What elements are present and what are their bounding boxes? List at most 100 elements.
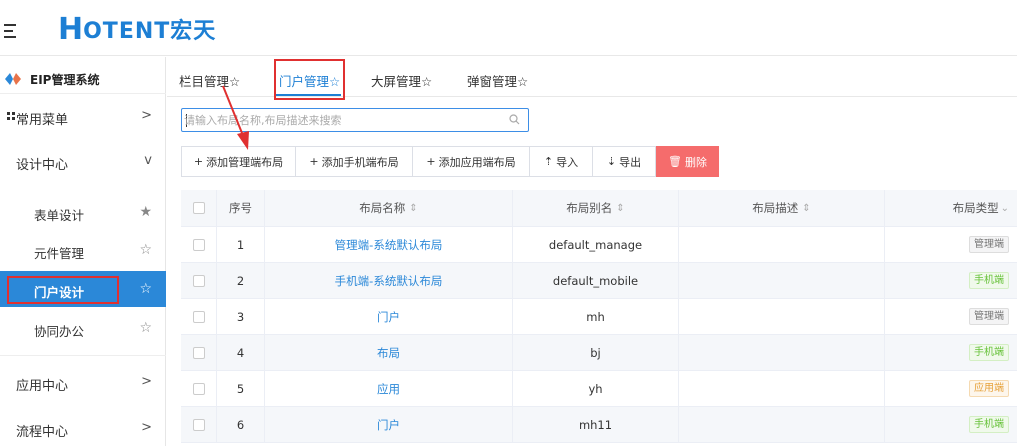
tab-column-manage[interactable]: 栏目管理☆ [179, 71, 240, 90]
sidebar-item-label: 设计中心 [16, 158, 69, 173]
button-label: 删除 [684, 155, 707, 169]
row-checkbox-cell [181, 299, 217, 334]
download-icon: ⇣ [606, 155, 617, 168]
row-name-cell: 门户 [265, 407, 513, 442]
tab-bar: 栏目管理☆ 门户管理☆ 大屏管理☆ 弹窗管理☆ [167, 57, 1017, 97]
layout-name-link[interactable]: 应用 [377, 381, 400, 397]
row-checkbox[interactable] [192, 274, 205, 287]
header-label: 布局别名 [566, 201, 613, 215]
row-desc [679, 407, 885, 442]
logo: H OTENT宏天 [58, 12, 217, 47]
type-tag: 手机端 [969, 416, 1009, 433]
star-icon[interactable]: ☆ [139, 320, 152, 336]
chevron-down-icon: v [144, 153, 152, 168]
sort-icon[interactable]: ⇕ [802, 203, 810, 214]
layout-name-link[interactable]: 门户 [377, 417, 400, 433]
header-index: 序号 [217, 190, 265, 226]
sidebar-item-label: 表单设计 [34, 208, 85, 223]
header-desc[interactable]: 布局描述 ⇕ [679, 190, 885, 226]
tab-bigscreen-manage[interactable]: 大屏管理☆ [371, 71, 432, 90]
search-input[interactable] [184, 110, 504, 130]
row-desc [679, 263, 885, 298]
sidebar-item-common-menu[interactable]: 常用菜单 > [0, 98, 166, 134]
table-row[interactable]: 5 应用 yh 应用端 [181, 371, 1017, 407]
row-name-cell: 布局 [265, 335, 513, 370]
tab-portal-manage[interactable]: 门户管理☆ [279, 71, 340, 90]
search-box[interactable] [181, 108, 529, 132]
table-row[interactable]: 2 手机端-系统默认布局 default_mobile 手机端 [181, 263, 1017, 299]
star-icon[interactable]: ☆ [139, 242, 152, 258]
row-checkbox[interactable] [192, 382, 205, 395]
button-label: 导入 [556, 155, 579, 169]
sidebar-item-app-center[interactable]: 应用中心 > [0, 364, 166, 400]
button-label: 添加手机端布局 [321, 155, 399, 169]
table-row[interactable]: 4 布局 bj 手机端 [181, 335, 1017, 371]
trash-icon: 🗑 [668, 155, 682, 168]
plus-icon: + [193, 155, 204, 168]
row-checkbox-cell [181, 371, 217, 406]
sidebar-item-label: 元件管理 [34, 246, 85, 261]
sidebar-item-label: 门户设计 [34, 285, 85, 300]
plus-icon: + [309, 155, 319, 168]
add-manage-layout-button[interactable]: + 添加管理端布局 [181, 146, 296, 177]
header-name[interactable]: 布局名称 ⇕ [265, 190, 513, 226]
layout-name-link[interactable]: 手机端-系统默认布局 [335, 273, 443, 289]
sidebar-item-flow-center[interactable]: 流程中心 > [0, 410, 166, 446]
layout-name-link[interactable]: 布局 [377, 345, 400, 361]
row-name-cell: 应用 [265, 371, 513, 406]
row-checkbox[interactable] [192, 418, 205, 431]
sidebar-item-component-manage[interactable]: 元件管理 ☆ [0, 232, 166, 268]
delete-button[interactable]: 🗑 删除 [656, 146, 719, 177]
row-alias: yh [513, 371, 679, 406]
sidebar-item-form-design[interactable]: 表单设计 ★ [0, 194, 166, 230]
row-desc [679, 299, 885, 334]
table-row[interactable]: 3 门户 mh 管理端 [181, 299, 1017, 335]
tab-popup-manage[interactable]: 弹窗管理☆ [467, 71, 528, 90]
main-content: 栏目管理☆ 门户管理☆ 大屏管理☆ 弹窗管理☆ +添加管理端布局 +添加手机端布… [167, 57, 1017, 446]
row-alias: bj [513, 335, 679, 370]
header-label: 布局名称 [359, 201, 406, 215]
layout-name-link[interactable]: 管理端-系统默认布局 [335, 237, 443, 253]
sidebar-item-portal-design[interactable]: 门户设计 ☆ [0, 271, 166, 307]
add-mobile-layout-button[interactable]: + 添加手机端布局 [295, 146, 413, 177]
row-type-cell: 应用端 [885, 371, 1017, 406]
sidebar-item-design-center[interactable]: 设计中心 v [0, 143, 166, 179]
table-row[interactable]: 1 管理端-系统默认布局 default_manage 管理端 [181, 227, 1017, 263]
table-row[interactable]: 6 门户 mh11 手机端 [181, 407, 1017, 443]
row-name-cell: 门户 [265, 299, 513, 334]
sidebar-item-collaboration[interactable]: 协同办公 ☆ [0, 310, 166, 346]
star-icon[interactable]: ☆ [139, 281, 152, 297]
row-checkbox[interactable] [192, 238, 205, 251]
row-checkbox-cell [181, 407, 217, 442]
plus-icon: + [426, 155, 436, 168]
export-button[interactable]: ⇣ 导出 [592, 146, 656, 177]
divider [0, 93, 166, 94]
sort-icon[interactable]: ⇕ [409, 203, 417, 214]
menu-toggle-icon[interactable] [4, 24, 20, 38]
logo-text: OTENT宏天 [83, 19, 217, 44]
button-label: 添加应用端布局 [438, 155, 516, 169]
row-alias: default_mobile [513, 263, 679, 298]
header-checkbox-cell [181, 190, 217, 226]
sort-icon[interactable]: ⇕ [616, 203, 624, 214]
chevron-down-icon[interactable]: ⌄ [1001, 203, 1009, 214]
import-button[interactable]: ⇡ 导入 [529, 146, 593, 177]
row-checkbox-cell [181, 335, 217, 370]
search-icon[interactable] [509, 114, 520, 125]
chevron-right-icon: > [141, 420, 152, 435]
header-type[interactable]: 布局类型 ⌄ [885, 190, 1017, 226]
select-all-checkbox[interactable] [192, 202, 205, 214]
type-tag: 管理端 [969, 308, 1009, 325]
row-type-cell: 手机端 [885, 335, 1017, 370]
row-name-cell: 手机端-系统默认布局 [265, 263, 513, 298]
system-brand[interactable]: EIP管理系统 [0, 65, 166, 93]
divider [0, 355, 166, 356]
row-checkbox[interactable] [192, 346, 205, 359]
type-tag: 手机端 [969, 272, 1009, 289]
star-filled-icon[interactable]: ★ [139, 204, 152, 220]
add-app-layout-button[interactable]: + 添加应用端布局 [412, 146, 530, 177]
layout-name-link[interactable]: 门户 [377, 309, 400, 325]
row-checkbox[interactable] [192, 310, 205, 323]
sidebar-item-label: 流程中心 [16, 425, 69, 440]
header-alias[interactable]: 布局别名 ⇕ [513, 190, 679, 226]
